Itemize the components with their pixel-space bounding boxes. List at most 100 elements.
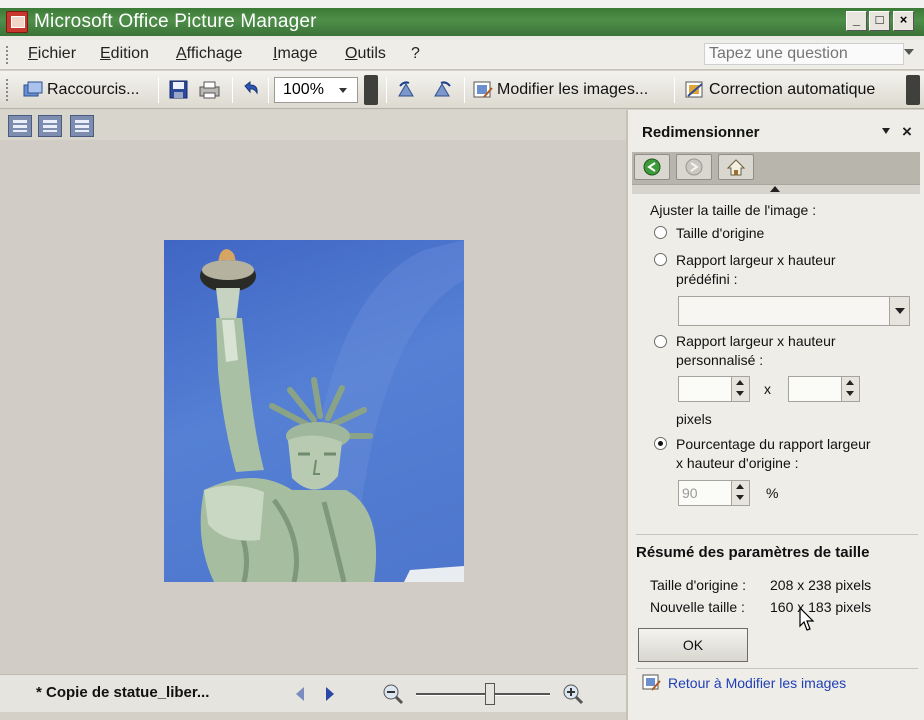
ask-question-input[interactable]	[704, 43, 904, 65]
auto-correct-label: Correction automatique	[709, 81, 876, 98]
statue-of-liberty-image	[200, 240, 464, 582]
next-picture-icon[interactable]	[326, 687, 334, 701]
radio-custom-ratio[interactable]	[654, 335, 667, 348]
task-pane-menu-icon[interactable]	[882, 128, 890, 134]
undo-button[interactable]	[240, 76, 262, 104]
radio-original-size[interactable]	[654, 226, 667, 239]
menu-bar: Fichier Edition Affichage Image Outils ?	[0, 40, 924, 70]
zoom-slider-thumb[interactable]	[484, 683, 495, 705]
standard-toolbar: Raccourcis... 100% Modifier les images..…	[0, 71, 924, 109]
percent-option-label-2: x hauteur d'origine :	[676, 455, 799, 471]
auto-correct-icon	[684, 80, 706, 100]
chevron-down-icon[interactable]	[889, 297, 909, 325]
menu-image[interactable]: Image	[273, 45, 317, 63]
home-icon[interactable]	[718, 154, 754, 180]
picture-canvas	[0, 140, 626, 674]
filmstrip-view-button[interactable]	[38, 115, 62, 137]
single-picture-view-button[interactable]	[70, 115, 94, 137]
print-icon	[198, 80, 220, 100]
print-button[interactable]	[198, 76, 220, 104]
toolbar-separator	[268, 77, 269, 103]
menu-affichage[interactable]: Affichage	[176, 45, 242, 63]
rotate-left-icon	[396, 80, 418, 100]
save-button[interactable]	[168, 76, 190, 104]
resize-task-pane: Redimensionner × Ajuster la taille de l'…	[626, 110, 924, 720]
zoom-value: 100%	[283, 81, 324, 98]
status-bar: * Copie de statue_liber...	[0, 674, 626, 712]
custom-option-label-2: personnalisé :	[676, 352, 764, 368]
title-bar: Microsoft Office Picture Manager _ □ ×	[0, 0, 924, 40]
shortcuts-button[interactable]: Raccourcis...	[22, 76, 139, 104]
new-size-value: 160 x 183 pixels	[770, 599, 872, 615]
edit-pictures-label: Modifier les images...	[497, 81, 649, 98]
save-icon	[168, 80, 190, 100]
pixels-label: pixels	[676, 411, 712, 427]
toolbar-overflow-handle[interactable]	[364, 75, 378, 105]
new-size-label: Nouvelle taille :	[650, 599, 745, 615]
adjust-size-label: Ajuster la taille de l'image :	[650, 202, 817, 218]
radio-percentage[interactable]	[654, 437, 667, 450]
predefined-option-label-1: Rapport largeur x hauteur	[676, 252, 836, 268]
menu-help[interactable]: ?	[411, 45, 420, 63]
stepper-arrows-icon[interactable]	[731, 481, 749, 505]
view-mode-bar	[0, 110, 626, 140]
menu-outils[interactable]: Outils	[345, 45, 386, 63]
rotate-right-icon	[432, 80, 454, 100]
menu-edition[interactable]: Edition	[100, 45, 149, 63]
maximize-button[interactable]: □	[869, 11, 890, 31]
original-size-option-label: Taille d'origine	[676, 225, 765, 241]
edit-pictures-button[interactable]: Modifier les images...	[472, 76, 648, 104]
zoom-in-icon[interactable]	[562, 683, 584, 705]
close-button[interactable]: ×	[893, 11, 914, 31]
scroll-up-icon[interactable]	[632, 184, 920, 194]
size-summary-heading: Résumé des paramètres de taille	[636, 544, 870, 561]
rotate-right-button[interactable]	[432, 76, 454, 104]
task-pane-title: Redimensionner	[642, 124, 760, 141]
toolbar-separator	[674, 77, 675, 103]
percent-unit-label: %	[766, 485, 779, 501]
toolbar-separator	[464, 77, 465, 103]
picture-manager-app-icon[interactable]	[6, 11, 28, 33]
minimize-button[interactable]: _	[846, 11, 867, 31]
toolbar-overflow-handle[interactable]	[906, 75, 920, 105]
chevron-down-icon	[339, 88, 347, 93]
stepper-arrows-icon[interactable]	[731, 377, 749, 401]
original-size-value: 208 x 238 pixels	[770, 577, 872, 593]
edit-pictures-link-icon	[642, 674, 661, 691]
back-to-edit-pictures-link[interactable]: Retour à Modifier les images	[668, 675, 846, 691]
radio-predefined-ratio[interactable]	[654, 253, 667, 266]
toolbar-grip-icon[interactable]	[6, 79, 10, 101]
toolbar-separator	[232, 77, 233, 103]
ask-dropdown-icon[interactable]	[904, 49, 914, 55]
percent-option-label-1: Pourcentage du rapport largeur	[676, 436, 871, 452]
times-label: x	[764, 381, 771, 397]
custom-width-stepper[interactable]	[678, 376, 750, 402]
auto-correct-button[interactable]: Correction automatique	[684, 76, 875, 104]
zoom-slider[interactable]	[416, 693, 550, 696]
original-size-label: Taille d'origine :	[650, 577, 747, 593]
forward-arrow-icon[interactable]	[676, 154, 712, 180]
custom-height-stepper[interactable]	[788, 376, 860, 402]
custom-option-label-1: Rapport largeur x hauteur	[676, 333, 836, 349]
previous-picture-icon[interactable]	[296, 687, 304, 701]
statue-of-liberty-photo[interactable]	[164, 240, 464, 582]
percentage-value: 90	[682, 485, 698, 501]
task-pane-navigation	[632, 152, 920, 184]
shortcuts-icon	[22, 80, 44, 100]
task-pane-close-button[interactable]: ×	[902, 122, 912, 142]
menu-fichier[interactable]: Fichier	[28, 45, 76, 63]
percentage-stepper[interactable]: 90	[678, 480, 750, 506]
ok-button[interactable]: OK	[638, 628, 748, 662]
menu-grip-icon[interactable]	[6, 46, 10, 64]
predefined-option-label-2: prédéfini :	[676, 271, 738, 287]
zoom-select[interactable]: 100%	[274, 77, 358, 103]
zoom-out-icon[interactable]	[382, 683, 404, 705]
rotate-left-button[interactable]	[396, 76, 418, 104]
thumbnail-view-button[interactable]	[8, 115, 32, 137]
section-divider	[636, 534, 918, 535]
back-arrow-icon[interactable]	[634, 154, 670, 180]
edit-pictures-icon	[472, 80, 494, 100]
stepper-arrows-icon[interactable]	[841, 377, 859, 401]
predefined-size-select[interactable]	[678, 296, 910, 326]
current-file-name: * Copie de statue_liber...	[36, 684, 210, 701]
